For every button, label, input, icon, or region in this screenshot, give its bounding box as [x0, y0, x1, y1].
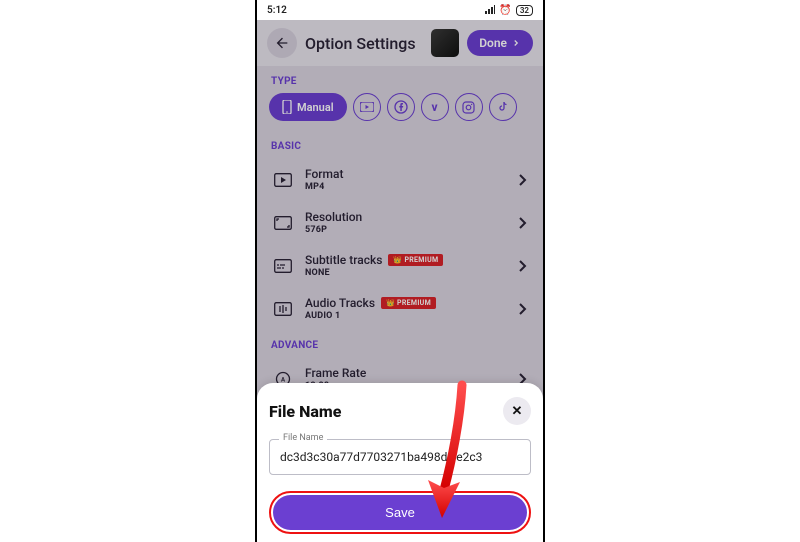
youtube-icon: [360, 102, 374, 112]
play-file-icon: [274, 173, 292, 187]
format-value: MP4: [305, 182, 505, 192]
back-button[interactable]: [267, 28, 297, 58]
framerate-title: Frame Rate: [305, 366, 505, 380]
arrow-left-icon: [274, 35, 290, 51]
alarm-icon: ⏰: [499, 5, 511, 16]
resolution-value: 576P: [305, 225, 505, 235]
screen-header: Option Settings Done: [257, 20, 543, 66]
row-audio-tracks[interactable]: Audio Tracks 👑 PREMIUM AUDIO 1: [257, 287, 543, 330]
status-bar: 5:12 ⏰ 32: [257, 0, 543, 20]
chevron-right-icon: [517, 216, 527, 230]
vimeo-icon: v: [432, 100, 438, 114]
media-thumbnail[interactable]: [431, 29, 459, 57]
chevron-right-icon: [517, 259, 527, 273]
type-option-tiktok[interactable]: [489, 93, 517, 121]
type-row: Manual v: [257, 93, 543, 131]
battery-icon: 32: [516, 5, 533, 16]
section-label-type: TYPE: [257, 66, 543, 93]
status-time: 5:12: [267, 5, 287, 16]
svg-text:A: A: [281, 376, 286, 383]
status-icons: ⏰ 32: [485, 5, 533, 16]
phone-icon: [282, 100, 292, 114]
subtitle-value: NONE: [305, 268, 505, 278]
subtitle-title: Subtitle tracks: [305, 253, 382, 267]
premium-badge: 👑 PREMIUM: [381, 297, 436, 309]
type-manual-label: Manual: [297, 101, 334, 114]
row-format[interactable]: Format MP4: [257, 158, 543, 201]
chevron-right-icon: [517, 173, 527, 187]
signal-icon: [485, 5, 495, 15]
save-highlight: Save: [269, 491, 531, 534]
type-option-facebook[interactable]: [387, 93, 415, 121]
close-button[interactable]: ✕: [503, 397, 531, 425]
section-label-advance: ADVANCE: [257, 330, 543, 357]
chevron-right-icon: [517, 302, 527, 316]
section-label-basic: BASIC: [257, 131, 543, 158]
save-button[interactable]: Save: [273, 495, 527, 530]
audio-title: Audio Tracks: [305, 296, 375, 310]
type-option-youtube[interactable]: [353, 93, 381, 121]
chevron-right-icon: [511, 38, 521, 48]
format-title: Format: [305, 167, 505, 181]
file-name-field-wrap: File Name: [269, 439, 531, 475]
done-label: Done: [479, 36, 507, 50]
instagram-icon: [462, 101, 475, 114]
sheet-title: File Name: [269, 402, 341, 421]
file-name-sheet: File Name ✕ File Name Save: [257, 383, 543, 542]
done-button[interactable]: Done: [467, 30, 533, 56]
basic-list: Format MP4 Resolution 576P Subtitle trac…: [257, 158, 543, 330]
type-option-manual[interactable]: Manual: [269, 93, 347, 121]
tiktok-icon: [497, 101, 509, 113]
type-option-vimeo[interactable]: v: [421, 93, 449, 121]
subtitle-icon: [274, 259, 292, 273]
close-icon: ✕: [512, 404, 523, 419]
resolution-title: Resolution: [305, 210, 505, 224]
premium-badge: 👑 PREMIUM: [388, 254, 443, 266]
file-name-input[interactable]: [269, 439, 531, 475]
facebook-icon: [394, 100, 408, 114]
page-title: Option Settings: [305, 34, 423, 53]
audio-value: AUDIO 1: [305, 311, 505, 321]
audio-icon: [274, 302, 292, 316]
type-option-instagram[interactable]: [455, 93, 483, 121]
field-label: File Name: [279, 433, 327, 443]
resolution-icon: [274, 216, 292, 230]
row-subtitle-tracks[interactable]: Subtitle tracks 👑 PREMIUM NONE: [257, 244, 543, 287]
row-resolution[interactable]: Resolution 576P: [257, 201, 543, 244]
